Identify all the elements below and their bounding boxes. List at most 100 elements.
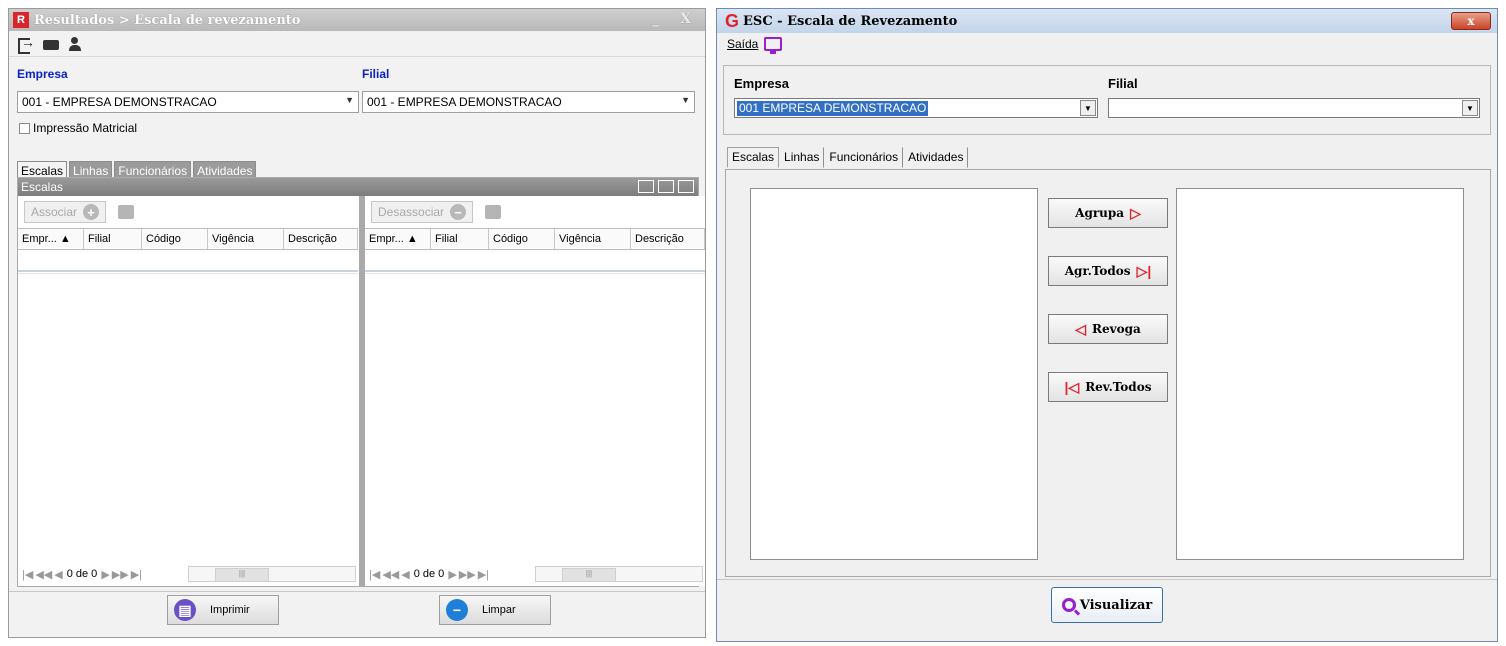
empresa-select-value: 001 - EMPRESA DEMONSTRACAO (22, 95, 217, 109)
col-codigo[interactable]: Código (489, 229, 555, 249)
col-empresa[interactable]: Empr... ▲ (18, 229, 84, 249)
next-icon[interactable]: ▶ (448, 568, 456, 581)
col-filial[interactable]: Filial (84, 229, 142, 249)
available-list[interactable] (750, 188, 1038, 560)
right-window-title: ESC - Escala de Revezamento (743, 13, 958, 29)
grid-title: Escalas (21, 180, 64, 194)
magnifier-icon (1061, 598, 1076, 612)
available-columns: Empr... ▲ Filial Código Vigência Descriç… (18, 228, 358, 250)
first-icon[interactable]: |◀ (369, 568, 380, 581)
imprimir-label: Imprimir (210, 604, 250, 616)
associated-columns: Empr... ▲ Filial Código Vigência Descriç… (365, 228, 705, 250)
rev-todos-label: Rev.Todos (1085, 380, 1152, 394)
prev-icon[interactable]: ◀ (401, 568, 409, 581)
card-icon[interactable] (43, 39, 59, 50)
chevron-down-icon: ▼ (345, 95, 354, 105)
maximize-icon[interactable] (678, 180, 694, 193)
remove-icon: − (450, 204, 467, 220)
tab-escalas[interactable]: Escalas (727, 147, 780, 168)
horizontal-scrollbar[interactable] (535, 566, 703, 582)
left-window-title: Resultados > Escala de revezamento (34, 12, 301, 28)
close-button[interactable]: x (1451, 12, 1491, 30)
filial-select[interactable]: 001 - EMPRESA DEMONSTRACAO ▼ (362, 91, 695, 113)
desassociar-button[interactable]: Desassociar − (371, 201, 474, 223)
record-count: 0 de 0 (413, 568, 445, 580)
next-page-icon[interactable]: ▶▶ (459, 568, 476, 581)
col-codigo[interactable]: Código (142, 229, 208, 249)
imprimir-button[interactable]: ▤ Imprimir (167, 595, 279, 625)
col-filial[interactable]: Filial (431, 229, 489, 249)
screen-icon[interactable] (764, 37, 783, 54)
last-icon[interactable]: ▶| (131, 568, 142, 581)
next-page-icon[interactable]: ▶▶ (112, 568, 129, 581)
left-titlebar: R Resultados > Escala de revezamento _ X (9, 9, 705, 31)
first-icon[interactable]: |◀ (22, 568, 33, 581)
filial-select[interactable]: ▼ (1108, 98, 1480, 118)
desassociar-label: Desassociar (378, 205, 445, 219)
col-descricao[interactable]: Descrição (284, 229, 358, 249)
agr-todos-button[interactable]: Agr.Todos ▷| (1048, 256, 1168, 286)
window-controls[interactable]: _ X (652, 11, 699, 27)
tab-funcionarios[interactable]: Funcionários (824, 147, 904, 168)
prev-page-icon[interactable]: ◀◀ (35, 568, 52, 581)
list-view-icon[interactable] (638, 180, 654, 193)
col-empresa[interactable]: Empr... ▲ (365, 229, 431, 249)
person-icon[interactable] (69, 36, 89, 51)
row-separator (365, 270, 705, 274)
empresa-select-value: 001 EMPRESA DEMONSTRACAO (737, 101, 929, 116)
remove-list-icon[interactable] (485, 205, 502, 219)
revoga-label: Revoga (1092, 322, 1141, 336)
empresa-select[interactable]: 001 - EMPRESA DEMONSTRACAO ▼ (17, 91, 359, 113)
visualizar-button[interactable]: Visualizar (1051, 587, 1163, 623)
arrow-right-end-icon: ▷| (1136, 262, 1152, 279)
impressao-matricial-checkbox[interactable]: Impressão Matricial (19, 121, 137, 135)
associated-navigator: |◀ ◀◀ ◀ 0 de 0 ▶ ▶▶ ▶| (365, 564, 705, 584)
print-icon: ▤ (174, 599, 196, 621)
limpar-button[interactable]: − Limpar (439, 595, 551, 625)
associar-label: Associar (31, 205, 78, 219)
chevron-down-icon: ▼ (681, 95, 690, 105)
revoga-button[interactable]: ◁ Revoga (1048, 314, 1168, 344)
right-titlebar: G ESC - Escala de Revezamento x (717, 9, 1497, 33)
filial-label: Filial (362, 67, 390, 81)
col-vigencia[interactable]: Vigência (555, 229, 631, 249)
chevron-down-icon[interactable]: ▼ (1462, 100, 1478, 116)
available-navigator: |◀ ◀◀ ◀ 0 de 0 ▶ ▶▶ ▶| (18, 564, 358, 584)
app-logo-icon: R (13, 12, 29, 28)
grid-header: Escalas (18, 178, 698, 196)
agrupa-label: Agrupa (1075, 206, 1125, 220)
impressao-matricial-label: Impressão Matricial (33, 121, 138, 135)
selected-list[interactable] (1176, 188, 1464, 560)
empresa-select[interactable]: 001 EMPRESA DEMONSTRACAO ▼ (734, 98, 1098, 118)
chevron-down-icon[interactable]: ▼ (1080, 100, 1096, 116)
limpar-label: Limpar (482, 604, 516, 616)
arrow-right-icon: ▷ (1130, 204, 1141, 221)
tab-atividades[interactable]: Atividades (903, 147, 969, 168)
last-icon[interactable]: ▶| (478, 568, 489, 581)
calendar-view-icon[interactable] (658, 180, 674, 193)
prev-icon[interactable]: ◀ (54, 568, 62, 581)
available-pane: Associar + Empr... ▲ Filial Código Vigên… (18, 196, 358, 586)
filter-group: Empresa Filial 001 EMPRESA DEMONSTRACAO … (723, 65, 1491, 135)
checkbox-box[interactable] (19, 122, 30, 134)
horizontal-scrollbar[interactable] (188, 566, 356, 582)
right-tabs: Escalas Linhas Funcionários Atividades (727, 147, 969, 168)
left-window: R Resultados > Escala de revezamento _ X… (8, 8, 706, 638)
filial-select-value: 001 - EMPRESA DEMONSTRACAO (367, 95, 562, 109)
tab-linhas[interactable]: Linhas (779, 147, 825, 168)
record-count: 0 de 0 (66, 568, 98, 580)
menubar: Saída (717, 33, 1497, 55)
rev-todos-button[interactable]: |◁ Rev.Todos (1048, 372, 1168, 402)
agrupa-button[interactable]: Agrupa ▷ (1048, 198, 1168, 228)
add-list-icon[interactable] (118, 205, 135, 219)
prev-page-icon[interactable]: ◀◀ (382, 568, 399, 581)
associar-button[interactable]: Associar + (24, 201, 107, 223)
app-logo-icon: G (725, 10, 740, 31)
filial-label: Filial (1108, 76, 1138, 91)
col-vigencia[interactable]: Vigência (208, 229, 284, 249)
col-descricao[interactable]: Descrição (631, 229, 705, 249)
next-icon[interactable]: ▶ (101, 568, 109, 581)
exit-icon[interactable] (17, 34, 35, 54)
menu-saida[interactable]: Saída (727, 37, 758, 51)
escalas-panel: Agrupa ▷ Agr.Todos ▷| ◁ Revoga |◁ Rev.To… (725, 169, 1491, 577)
